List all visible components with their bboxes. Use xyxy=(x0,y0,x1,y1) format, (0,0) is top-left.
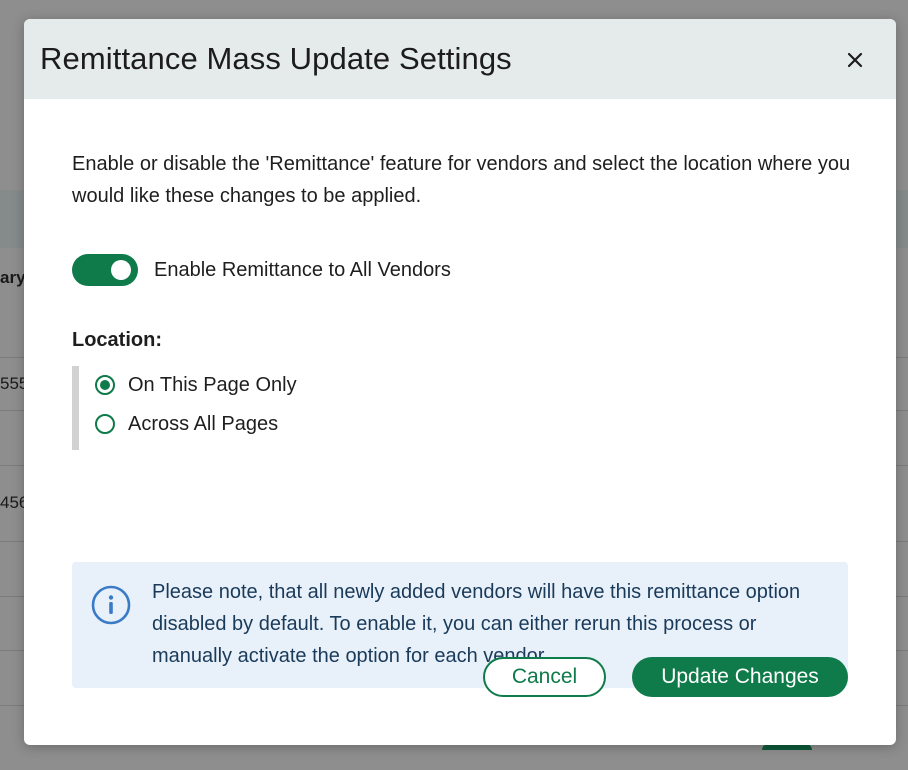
update-changes-button[interactable]: Update Changes xyxy=(632,657,848,697)
remittance-toggle-label: Enable Remittance to All Vendors xyxy=(154,258,451,281)
dialog-title: Remittance Mass Update Settings xyxy=(40,41,512,76)
radio-option-this-page[interactable]: On This Page Only xyxy=(95,366,297,404)
radio-this-page[interactable] xyxy=(95,375,115,395)
radio-all-pages[interactable] xyxy=(95,414,115,434)
radio-label-this-page: On This Page Only xyxy=(128,373,297,396)
remittance-settings-dialog: Remittance Mass Update Settings Enable o… xyxy=(24,19,896,745)
toggle-knob xyxy=(111,260,131,280)
cancel-button[interactable]: Cancel xyxy=(483,657,606,697)
background-column-header: ary xyxy=(0,268,26,287)
location-radio-group: On This Page Only Across All Pages xyxy=(72,366,297,450)
location-label: Location: xyxy=(72,329,162,351)
dialog-header: Remittance Mass Update Settings xyxy=(24,19,896,99)
remittance-toggle[interactable] xyxy=(72,254,138,286)
info-icon xyxy=(91,585,131,625)
close-icon xyxy=(847,52,863,68)
remittance-toggle-row: Enable Remittance to All Vendors xyxy=(72,254,451,286)
dialog-description: Enable or disable the 'Remittance' featu… xyxy=(72,153,851,207)
close-button[interactable] xyxy=(840,45,870,75)
radio-label-all-pages: Across All Pages xyxy=(128,412,279,435)
radio-option-all-pages[interactable]: Across All Pages xyxy=(95,405,297,443)
